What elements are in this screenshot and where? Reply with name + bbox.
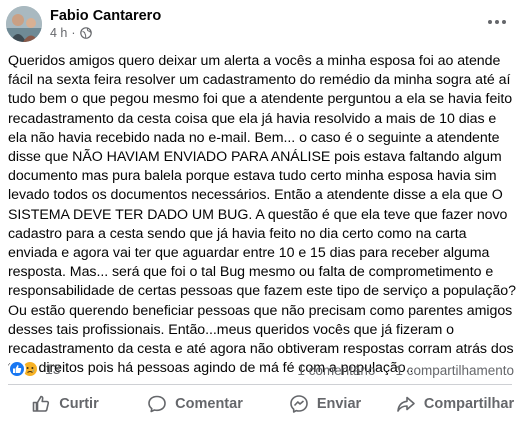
engagement-counts: 1 comentário 1 compartilhamento bbox=[297, 363, 514, 378]
share-icon bbox=[397, 396, 415, 412]
comment-label: Comentar bbox=[175, 396, 243, 412]
post-text: Queridos amigos quero deixar um alerta a… bbox=[8, 53, 516, 377]
actions-divider bbox=[8, 384, 512, 385]
comment-button[interactable]: Comentar bbox=[130, 388, 260, 420]
post-stats: 13 1 comentário 1 compartilhamento bbox=[0, 358, 520, 382]
comment-icon bbox=[148, 395, 166, 413]
send-label: Enviar bbox=[316, 396, 362, 412]
share-count[interactable]: 1 compartilhamento bbox=[395, 363, 514, 378]
reactions-summary[interactable]: 13 bbox=[8, 360, 61, 378]
post-actions: Curtir Comentar Enviar Compartilhar bbox=[0, 388, 520, 420]
like-icon bbox=[32, 395, 50, 412]
send-button[interactable]: Enviar bbox=[260, 388, 390, 420]
post-header: Fabio Cantarero 4 h · bbox=[0, 0, 520, 46]
post-meta: 4 h · bbox=[50, 26, 92, 40]
comment-count[interactable]: 1 comentário bbox=[297, 363, 375, 378]
share-button[interactable]: Compartilhar bbox=[390, 388, 520, 420]
reaction-count: 13 bbox=[45, 361, 61, 377]
like-button[interactable]: Curtir bbox=[0, 388, 130, 420]
author-name[interactable]: Fabio Cantarero bbox=[50, 8, 161, 24]
globe-icon bbox=[79, 27, 92, 39]
share-label: Compartilhar bbox=[423, 396, 515, 412]
send-icon bbox=[290, 395, 308, 413]
like-reaction-icon bbox=[8, 360, 26, 378]
like-label: Curtir bbox=[59, 396, 99, 412]
more-options-icon[interactable] bbox=[486, 12, 508, 32]
facebook-post: Fabio Cantarero 4 h · Queridos amigos qu… bbox=[0, 0, 520, 423]
meta-separator: · bbox=[71, 26, 76, 40]
post-time[interactable]: 4 h bbox=[50, 26, 67, 40]
author-avatar[interactable] bbox=[6, 6, 42, 42]
